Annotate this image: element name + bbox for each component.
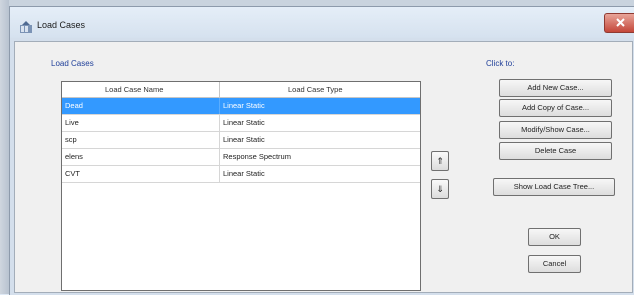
load-case-name: Live	[65, 118, 79, 127]
table-row[interactable]: Live Linear Static	[62, 115, 420, 132]
table-row[interactable]: elens Response Spectrum	[62, 149, 420, 166]
cancel-button[interactable]: Cancel	[528, 255, 581, 273]
close-button[interactable]	[604, 13, 634, 33]
load-case-type: Linear Static	[223, 118, 265, 127]
load-case-name: scp	[65, 135, 77, 144]
dialog-client-area: Load Cases Load Case Name Load Case Type…	[14, 41, 633, 293]
column-header-name[interactable]: Load Case Name	[105, 85, 163, 94]
load-case-type: Linear Static	[223, 135, 265, 144]
load-case-name: elens	[65, 152, 83, 161]
load-cases-group-label: Load Cases	[51, 59, 94, 68]
delete-case-button[interactable]: Delete Case	[499, 142, 612, 160]
column-header-type[interactable]: Load Case Type	[288, 85, 343, 94]
move-down-icon: ⇓	[436, 184, 444, 194]
load-case-name: CVT	[65, 169, 80, 178]
close-icon	[616, 18, 625, 27]
ok-button[interactable]: OK	[528, 228, 581, 246]
list-header: Load Case Name Load Case Type	[62, 82, 420, 98]
move-down-button[interactable]: ⇓	[431, 179, 449, 199]
load-case-name: Dead	[65, 101, 83, 110]
cell-divider	[219, 166, 220, 182]
window-title: Load Cases	[37, 20, 86, 30]
load-cases-dialog: Load Cases Load Cases Load Case Name Loa…	[9, 6, 634, 295]
modify-show-case-button[interactable]: Modify/Show Case...	[499, 121, 612, 139]
add-copy-of-case-button[interactable]: Add Copy of Case...	[499, 99, 612, 117]
move-up-icon: ⇑	[436, 156, 444, 166]
table-row[interactable]: CVT Linear Static	[62, 166, 420, 183]
title-bar[interactable]: Load Cases	[10, 7, 634, 41]
cell-divider	[219, 132, 220, 148]
move-up-button[interactable]: ⇑	[431, 151, 449, 171]
table-row[interactable]: scp Linear Static	[62, 132, 420, 149]
load-case-type: Linear Static	[223, 169, 265, 178]
add-new-case-button[interactable]: Add New Case...	[499, 79, 612, 97]
load-cases-app-icon	[20, 21, 32, 33]
background-window-edge	[0, 0, 9, 294]
load-case-type: Linear Static	[223, 101, 265, 110]
show-load-case-tree-button[interactable]: Show Load Case Tree...	[493, 178, 615, 196]
cell-divider	[219, 98, 220, 114]
cell-divider	[219, 149, 220, 165]
column-divider[interactable]	[219, 82, 220, 97]
click-to-label: Click to:	[486, 59, 515, 68]
load-case-type: Response Spectrum	[223, 152, 291, 161]
load-cases-list[interactable]: Load Case Name Load Case Type Dead Linea…	[61, 81, 421, 291]
table-row[interactable]: Dead Linear Static	[62, 98, 420, 115]
cell-divider	[219, 115, 220, 131]
